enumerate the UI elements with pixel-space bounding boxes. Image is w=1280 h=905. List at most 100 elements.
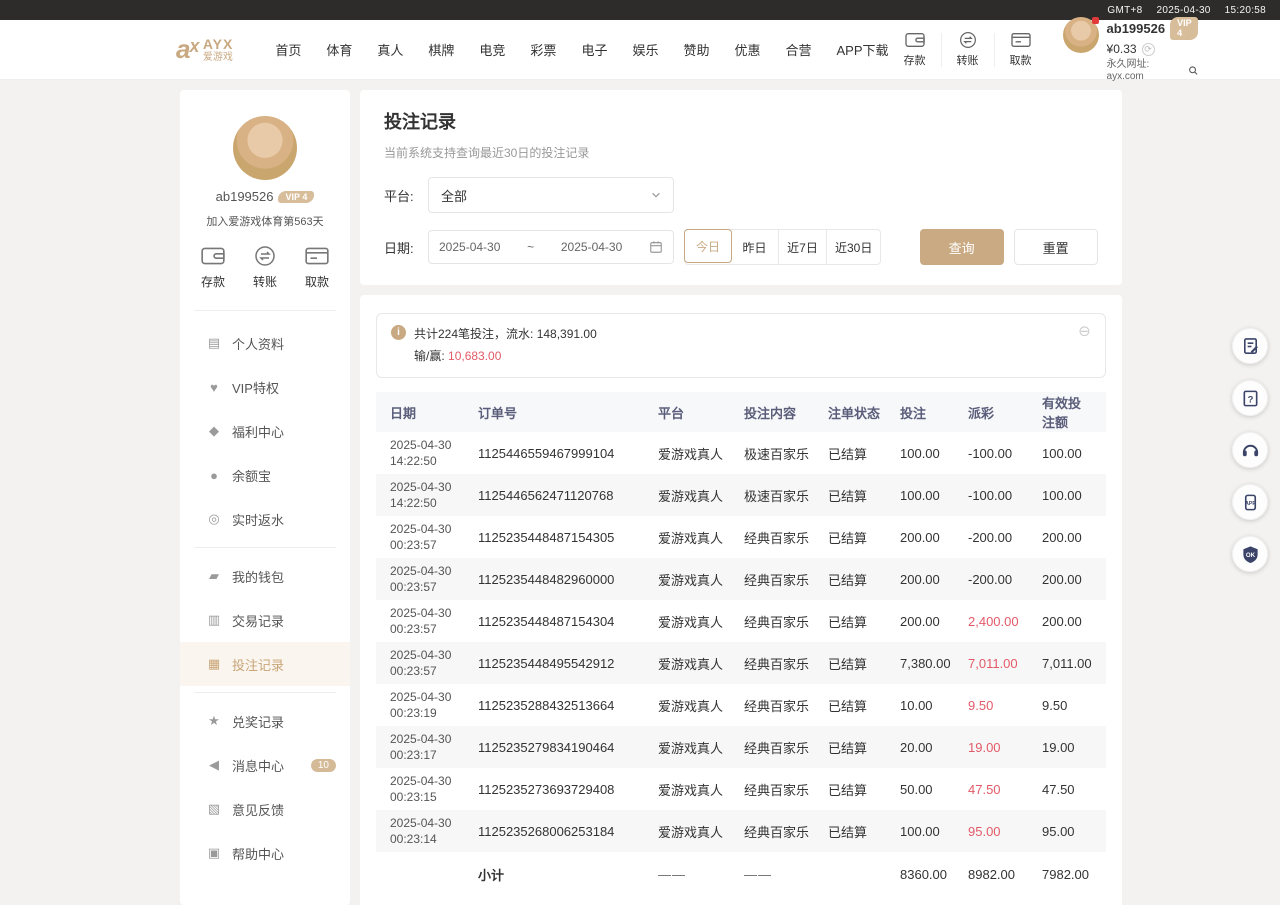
cell-valid-amount: 100.00 — [1042, 446, 1092, 461]
cell-bet-amount: 200.00 — [900, 572, 968, 587]
range-button-今日[interactable]: 今日 — [684, 229, 732, 263]
my-wallet-icon: ▰ — [206, 568, 222, 584]
search-icon[interactable] — [1188, 65, 1198, 76]
sidebar-item-消息中心[interactable]: ◀消息中心10 — [180, 743, 350, 787]
avatar[interactable] — [233, 116, 297, 180]
sidebar-menu: ▤个人资料♥VIP特权◆福利中心●余额宝◎实时返水 ▰我的钱包▥交易记录▦投注记录… — [180, 317, 350, 879]
cell-valid-amount: 7,011.00 — [1042, 656, 1092, 671]
action-label: 存款 — [201, 273, 225, 290]
floating-customer-service-headset-icon[interactable] — [1232, 432, 1268, 468]
nav-item-电子[interactable]: 电子 — [581, 40, 607, 59]
sidebar-item-交易记录[interactable]: ▥交易记录 — [180, 598, 350, 642]
nav-item-电竞[interactable]: 电竞 — [479, 40, 505, 59]
table-row[interactable]: 2025-04-3000:23:571125235448487154304爱游戏… — [376, 600, 1106, 642]
table-row[interactable]: 2025-04-3014:22:501125446562471120768爱游戏… — [376, 474, 1106, 516]
reset-button[interactable]: 重置 — [1014, 229, 1098, 265]
vip-privilege-icon: ♥ — [206, 380, 222, 395]
sidebar-item-帮助中心[interactable]: ▣帮助中心 — [180, 831, 350, 875]
summary-total-line: 共计224笔投注，流水: 148,391.00 — [414, 324, 597, 346]
floating-faq-book-icon[interactable]: ? — [1232, 380, 1268, 416]
withdraw-card-icon — [1010, 31, 1032, 49]
sidebar-action-取款[interactable]: 取款 — [304, 245, 330, 290]
table-row[interactable]: 2025-04-3000:23:571125235448482960000爱游戏… — [376, 558, 1106, 600]
table-row[interactable]: 2025-04-3000:23:171125235279834190464爱游戏… — [376, 726, 1106, 768]
sidebar-item-个人资料[interactable]: ▤个人资料 — [180, 321, 350, 365]
sidebar-item-兑奖记录[interactable]: ★兑奖记录 — [180, 699, 350, 743]
sidebar-action-存款[interactable]: 存款 — [200, 245, 226, 290]
nav-item-合营[interactable]: 合营 — [786, 40, 812, 59]
date-range-input[interactable]: 2025-04-30 ~ 2025-04-30 — [428, 230, 674, 264]
sidebar-item-余额宝[interactable]: ●余额宝 — [180, 453, 350, 497]
summary-losswin-line: 输/赢: 10,683.00 — [414, 346, 597, 368]
sidebar-item-实时返水[interactable]: ◎实时返水 — [180, 497, 350, 541]
table-row[interactable]: 2025-04-3000:23:571125235448487154305爱游戏… — [376, 516, 1106, 558]
cell-bet-amount: 100.00 — [900, 824, 968, 839]
filter-panel: 投注记录 当前系统支持查询最近30日的投注记录 平台: 全部 日期: 2025-… — [360, 90, 1122, 285]
username: ab199526 — [216, 189, 274, 204]
sidebar-item-意见反馈[interactable]: ▧ 意见反馈 — [180, 787, 350, 831]
nav-item-真人[interactable]: 真人 — [377, 40, 403, 59]
header-quick-actions: 存款转账取款 — [889, 31, 1047, 68]
range-button-近7日[interactable]: 近7日 — [779, 230, 827, 264]
cell-bet-amount: 20.00 — [900, 740, 968, 755]
table-header: 日期订单号平台投注内容注单状态投注派彩有效投注额 — [376, 392, 1106, 432]
cell-valid-amount: 47.50 — [1042, 782, 1092, 797]
nav-item-娱乐[interactable]: 娱乐 — [632, 40, 658, 59]
nav-item-彩票[interactable]: 彩票 — [530, 40, 556, 59]
cell-platform: 爱游戏真人 — [658, 528, 744, 547]
floating-survey-edit-icon[interactable] — [1232, 328, 1268, 364]
sidebar-item-我的钱包[interactable]: ▰我的钱包 — [180, 554, 350, 598]
header-action-取款[interactable]: 取款 — [995, 31, 1047, 68]
range-button-昨日[interactable]: 昨日 — [731, 230, 779, 264]
cell-date: 2025-04-3000:23:15 — [390, 773, 478, 805]
platform-selected-value: 全部 — [441, 186, 467, 205]
cell-order-number: 1125235268006253184 — [478, 824, 658, 839]
quick-range-group: 今日昨日近7日近30日 — [684, 229, 881, 265]
site-logo[interactable]: aˣ AYX 爱游戏 — [176, 34, 233, 65]
floating-app-download-icon[interactable]: APP — [1232, 484, 1268, 520]
table-row[interactable]: 2025-04-3014:22:501125446559467999104爱游戏… — [376, 432, 1106, 474]
logo-mark: aˣ — [176, 34, 197, 65]
column-header-平台: 平台 — [658, 403, 744, 422]
table-row[interactable]: 2025-04-3000:23:141125235268006253184爱游戏… — [376, 810, 1106, 852]
cell-valid-amount: 100.00 — [1042, 488, 1092, 503]
nav-item-体育[interactable]: 体育 — [326, 40, 352, 59]
sidebar-item-投注记录[interactable]: ▦投注记录 — [180, 642, 350, 686]
sidebar-item-label: 消息中心 — [232, 756, 284, 775]
cell-order-number: 1125446562471120768 — [478, 488, 658, 503]
feedback-icon: ▧ — [206, 801, 222, 817]
table-row[interactable]: 2025-04-3000:23:151125235273693729408爱游戏… — [376, 768, 1106, 810]
sidebar-item-VIP特权[interactable]: ♥VIP特权 — [180, 365, 350, 409]
avatar[interactable] — [1063, 17, 1099, 53]
cell-order-number: 1125235448487154305 — [478, 530, 658, 545]
cell-status: 已结算 — [828, 696, 900, 715]
platform-select[interactable]: 全部 — [428, 177, 674, 213]
nav-item-优惠[interactable]: 优惠 — [734, 40, 760, 59]
sidebar-item-label: 交易记录 — [232, 611, 284, 630]
sidebar-action-转账[interactable]: 转账 — [252, 245, 278, 290]
cell-bet-amount: 100.00 — [900, 446, 968, 461]
header-action-存款[interactable]: 存款 — [889, 31, 941, 68]
vip-badge: VIP 4 — [278, 191, 314, 203]
nav-item-赞助[interactable]: 赞助 — [683, 40, 709, 59]
collapse-icon[interactable]: ⊖ — [1078, 324, 1091, 339]
sidebar-item-福利中心[interactable]: ◆福利中心 — [180, 409, 350, 453]
header-user-area[interactable]: ab199526 VIP 4 ¥0.33 ⟳ 永久网址: ayx.com — [1063, 17, 1199, 83]
cell-status: 已结算 — [828, 486, 900, 505]
cell-bet-amount: 200.00 — [900, 530, 968, 545]
table-row[interactable]: 2025-04-3000:23:571125235448495542912爱游戏… — [376, 642, 1106, 684]
nav-item-首页[interactable]: 首页 — [275, 40, 301, 59]
nav-item-棋牌[interactable]: 棋牌 — [428, 40, 454, 59]
cell-bet-content: 经典百家乐 — [744, 528, 828, 547]
search-button[interactable]: 查询 — [920, 229, 1004, 265]
date-start: 2025-04-30 — [439, 240, 500, 254]
refresh-balance-icon[interactable]: ⟳ — [1142, 43, 1155, 56]
sidebar-item-label: 意见反馈 — [232, 800, 284, 819]
table-row[interactable]: 2025-04-3000:23:191125235288432513664爱游戏… — [376, 684, 1106, 726]
cell-platform: 爱游戏真人 — [658, 654, 744, 673]
yuebao-icon: ● — [206, 468, 222, 483]
floating-ok-shield-icon[interactable]: OK — [1232, 536, 1268, 572]
nav-item-APP下载[interactable]: APP下载 — [837, 40, 889, 59]
header-action-转账[interactable]: 转账 — [942, 31, 994, 68]
range-button-近30日[interactable]: 近30日 — [827, 230, 880, 264]
